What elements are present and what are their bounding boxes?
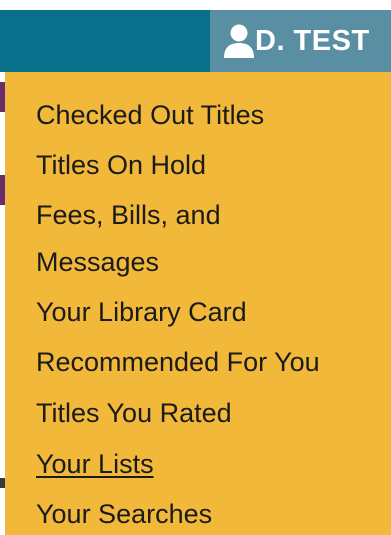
menu-item-titles-you-rated[interactable]: Titles You Rated	[36, 396, 232, 430]
menu-item-your-library-card[interactable]: Your Library Card	[36, 295, 247, 329]
menu-item-titles-on-hold[interactable]: Titles On Hold	[36, 148, 206, 182]
account-dropdown-menu: Checked Out Titles Titles On Hold Fees, …	[5, 72, 391, 535]
user-icon	[224, 24, 254, 58]
menu-item-checked-out-titles[interactable]: Checked Out Titles	[36, 98, 264, 132]
menu-item-fees-bills-messages-line2[interactable]: Messages	[36, 245, 159, 279]
menu-item-your-searches[interactable]: Your Searches	[36, 497, 212, 531]
user-name-label: D. TEST	[255, 24, 370, 57]
menu-item-recommended-for-you[interactable]: Recommended For You	[36, 345, 320, 379]
menu-item-fees-bills-messages[interactable]: Fees, Bills, and	[36, 198, 221, 232]
user-account-button[interactable]: D. TEST	[210, 10, 391, 72]
page: D. TEST Checked Out Titles Titles On Hol…	[0, 0, 391, 535]
menu-item-your-lists[interactable]: Your Lists	[36, 447, 154, 481]
